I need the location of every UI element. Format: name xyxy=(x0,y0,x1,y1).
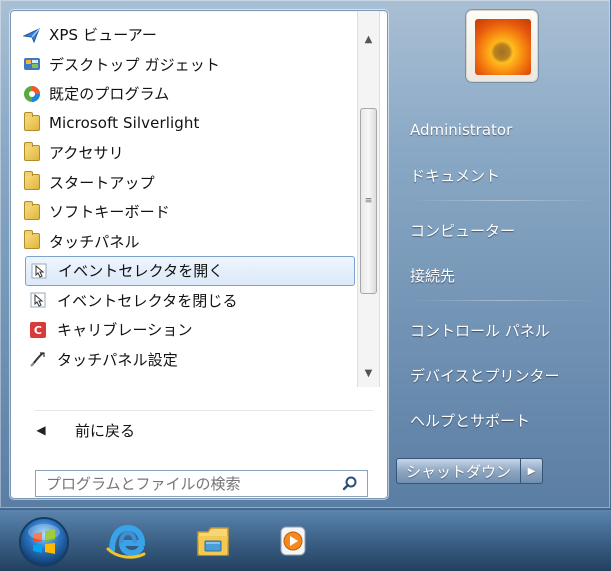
program-label: デスクトップ ガジェット xyxy=(49,55,220,74)
desktop-gadgets-icon xyxy=(23,55,41,73)
right-link-documents[interactable]: ドキュメント xyxy=(410,155,590,195)
start-button[interactable] xyxy=(18,516,70,571)
windows-start-icon xyxy=(18,516,70,571)
program-item-touch-panel-folder[interactable]: タッチパネル xyxy=(11,227,357,257)
right-link-label: コンピューター xyxy=(410,221,516,240)
default-programs-icon xyxy=(23,85,41,103)
program-label: スタートアップ xyxy=(49,173,155,192)
search-icon[interactable] xyxy=(341,475,359,493)
flower-avatar-icon xyxy=(475,19,531,75)
program-list-scrollbar[interactable]: ▲ ≡ ▼ xyxy=(357,11,380,387)
program-item-accessories[interactable]: アクセサリ xyxy=(11,138,357,168)
program-label: イベントセレクタを閉じる xyxy=(57,291,238,310)
program-item-calibration[interactable]: C キャリブレーション xyxy=(11,315,357,345)
file-explorer-icon xyxy=(191,519,235,567)
right-link-administrator[interactable]: Administrator xyxy=(410,110,590,150)
list-separator xyxy=(35,410,373,411)
program-item-close-event-selector[interactable]: イベントセレクタを閉じる xyxy=(11,286,357,316)
program-item-default-programs[interactable]: 既定のプログラム xyxy=(11,79,357,109)
back-button[interactable]: ◀ 前に戻る xyxy=(35,415,355,445)
xps-viewer-icon xyxy=(23,26,41,44)
programs-pane: XPS ビューアー デスクトップ ガジェット 既定のプログラム Microsof… xyxy=(10,10,388,499)
folder-icon xyxy=(23,171,41,191)
program-list: XPS ビューアー デスクトップ ガジェット 既定のプログラム Microsof… xyxy=(11,11,357,387)
event-selector-open-icon xyxy=(30,262,48,280)
calibration-icon: C xyxy=(29,321,47,339)
left-triangle-icon: ◀ xyxy=(36,423,46,437)
right-link-label: ヘルプとサポート xyxy=(410,411,531,430)
program-label: タッチパネル xyxy=(49,232,140,251)
shutdown-label: シャットダウン xyxy=(406,462,512,481)
right-link-computer[interactable]: コンピューター xyxy=(410,210,590,250)
folder-icon xyxy=(23,200,41,221)
program-label: 既定のプログラム xyxy=(49,85,170,104)
internet-explorer-icon xyxy=(104,519,148,567)
user-picture[interactable] xyxy=(466,10,538,82)
media-player-button[interactable] xyxy=(270,520,316,566)
grip-lines-icon: ≡ xyxy=(364,196,373,206)
right-link-help-and-support[interactable]: ヘルプとサポート xyxy=(410,400,590,440)
touch-panel-settings-icon xyxy=(29,350,47,368)
program-label: アクセサリ xyxy=(49,144,124,163)
folder-icon xyxy=(23,141,41,162)
right-pane: Administrator ドキュメント コンピューター 接続先 コントロール … xyxy=(389,0,611,509)
program-item-open-event-selector[interactable]: イベントセレクタを開く xyxy=(25,256,355,286)
taskbar xyxy=(0,509,611,571)
program-label: キャリブレーション xyxy=(57,321,193,340)
svg-text:C: C xyxy=(34,324,42,337)
program-label: Microsoft Silverlight xyxy=(49,114,200,133)
program-label: タッチパネル設定 xyxy=(57,350,178,369)
program-item-soft-keyboard[interactable]: ソフトキーボード xyxy=(11,197,357,227)
file-explorer-button[interactable] xyxy=(190,520,236,566)
back-label: 前に戻る xyxy=(75,421,136,440)
right-link-devices-and-printers[interactable]: デバイスとプリンター xyxy=(410,355,590,395)
start-menu: XPS ビューアー デスクトップ ガジェット 既定のプログラム Microsof… xyxy=(0,0,611,509)
right-link-label: ドキュメント xyxy=(410,166,501,185)
right-link-connect-to[interactable]: 接続先 xyxy=(410,255,590,295)
program-label: イベントセレクタを開く xyxy=(58,262,224,281)
scroll-up-button[interactable]: ▲ xyxy=(358,29,379,49)
program-item-microsoft-silverlight[interactable]: Microsoft Silverlight xyxy=(11,109,357,139)
scroll-thumb[interactable]: ≡ xyxy=(360,108,377,294)
right-separator xyxy=(408,300,598,301)
shutdown-button[interactable]: シャットダウン xyxy=(396,458,521,484)
media-player-icon xyxy=(271,519,315,567)
right-triangle-icon: ▶ xyxy=(527,465,536,477)
event-selector-close-icon xyxy=(29,291,47,309)
shutdown-options-button[interactable]: ▶ xyxy=(520,458,544,484)
right-separator xyxy=(408,200,598,201)
internet-explorer-button[interactable] xyxy=(103,520,149,566)
right-link-control-panel[interactable]: コントロール パネル xyxy=(410,310,590,350)
right-link-label: Administrator xyxy=(410,121,513,139)
right-link-label: コントロール パネル xyxy=(410,321,550,340)
program-item-startup[interactable]: スタートアップ xyxy=(11,168,357,198)
scroll-down-button[interactable]: ▼ xyxy=(358,363,379,383)
program-item-desktop-gadgets[interactable]: デスクトップ ガジェット xyxy=(11,50,357,80)
folder-icon xyxy=(23,230,41,250)
program-item-touch-panel-settings[interactable]: タッチパネル設定 xyxy=(11,345,357,375)
right-link-label: 接続先 xyxy=(410,266,456,285)
program-item-xps-viewer[interactable]: XPS ビューアー xyxy=(11,20,357,50)
program-label: ソフトキーボード xyxy=(49,203,170,222)
triangle-down-icon: ▼ xyxy=(364,367,373,379)
right-link-label: デバイスとプリンター xyxy=(410,366,560,385)
folder-icon xyxy=(23,112,41,132)
search-box[interactable] xyxy=(35,470,368,497)
search-input[interactable] xyxy=(46,474,341,493)
triangle-up-icon: ▲ xyxy=(364,33,373,45)
shutdown-group: シャットダウン ▶ xyxy=(396,458,544,484)
program-label: XPS ビューアー xyxy=(49,26,158,45)
